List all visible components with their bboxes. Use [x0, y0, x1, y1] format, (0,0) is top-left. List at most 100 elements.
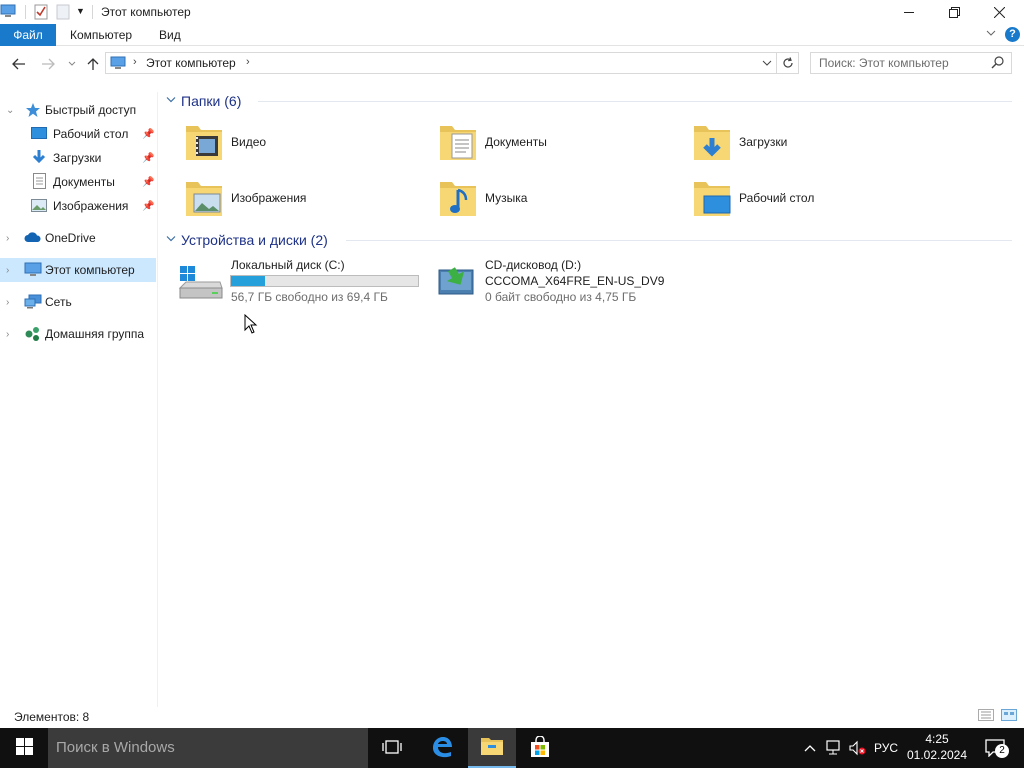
tab-view[interactable]: Вид	[145, 24, 195, 46]
folder-tile-desktop[interactable]: Рабочий стол	[668, 172, 908, 224]
expand-chevron-icon[interactable]: ›	[6, 297, 16, 308]
start-button[interactable]	[0, 728, 48, 768]
edge-taskbar-button[interactable]	[418, 728, 466, 768]
sidebar-item-quick-access[interactable]: ⌄ Быстрый доступ	[0, 98, 156, 122]
ribbon-tabs: Файл Компьютер Вид ?	[0, 24, 1024, 46]
sidebar-item-this-pc[interactable]: › Этот компьютер	[0, 258, 156, 282]
store-taskbar-button[interactable]	[516, 728, 564, 768]
collapse-chevron-icon[interactable]	[166, 235, 176, 246]
folder-tile-documents[interactable]: Документы	[414, 116, 654, 168]
restore-button[interactable]	[931, 0, 977, 24]
action-center-button[interactable]: 2	[976, 728, 1016, 768]
up-button[interactable]	[83, 54, 103, 74]
separator	[25, 5, 26, 19]
expand-chevron-icon[interactable]: ›	[6, 265, 16, 276]
pictures-icon	[31, 199, 49, 215]
computer-icon	[24, 262, 42, 278]
minimize-button[interactable]	[886, 0, 932, 24]
folder-tile-downloads[interactable]: Загрузки	[668, 116, 908, 168]
taskbar-search[interactable]: Поиск в Windows	[48, 728, 368, 768]
forward-button[interactable]	[38, 54, 58, 74]
content-pane: Папки (6) Видео Документы Загрузки Изобр…	[160, 86, 1024, 706]
sidebar-item-documents[interactable]: Документы 📌	[0, 170, 156, 194]
new-folder-icon[interactable]	[56, 4, 70, 23]
details-view-icon[interactable]	[978, 709, 996, 725]
file-explorer-taskbar-button[interactable]	[468, 728, 516, 768]
help-icon[interactable]: ?	[1005, 27, 1020, 42]
music-folder-icon	[436, 178, 480, 218]
mouse-pointer-icon	[244, 313, 258, 337]
documents-icon	[33, 173, 51, 189]
search-icon[interactable]	[991, 56, 1004, 72]
task-view-icon	[382, 739, 402, 758]
status-bar: Элементов: 8	[0, 707, 1024, 728]
breadcrumb[interactable]: Этот компьютер	[146, 56, 236, 70]
navigation-bar: › Этот компьютер ›	[0, 46, 1024, 80]
back-button[interactable]	[9, 54, 29, 74]
separator	[92, 5, 93, 19]
desktop-folder-icon	[690, 178, 734, 218]
collapse-chevron-icon[interactable]: ⌄	[6, 105, 16, 116]
close-button[interactable]	[976, 0, 1022, 24]
network-tray-icon[interactable]	[822, 728, 844, 768]
documents-folder-icon	[436, 122, 480, 162]
folder-tile-pictures[interactable]: Изображения	[160, 172, 400, 224]
pin-icon[interactable]: 📌	[142, 177, 154, 188]
group-header-folders[interactable]: Папки (6)	[160, 91, 1020, 111]
collapse-chevron-icon[interactable]	[166, 96, 176, 107]
sidebar-item-onedrive[interactable]: › OneDrive	[0, 226, 156, 250]
cd-drive-icon	[438, 264, 476, 301]
expand-chevron-icon[interactable]: ›	[6, 329, 16, 340]
disk-usage-fill	[231, 276, 265, 286]
volume-muted-icon[interactable]	[846, 728, 868, 768]
local-disk-icon	[178, 266, 224, 305]
search-input[interactable]	[819, 56, 989, 70]
expand-chevron-icon[interactable]: ›	[6, 233, 16, 244]
item-count: Элементов: 8	[14, 710, 90, 724]
windows-logo-icon	[15, 738, 33, 758]
properties-icon[interactable]	[34, 4, 48, 23]
tab-file[interactable]: Файл	[0, 24, 56, 46]
task-view-button[interactable]	[368, 728, 416, 768]
cloud-icon	[24, 232, 42, 248]
show-hidden-icons-button[interactable]	[800, 728, 820, 768]
window-title: Этот компьютер	[101, 5, 191, 19]
sidebar-item-downloads[interactable]: Загрузки 📌	[0, 146, 156, 170]
breadcrumb-separator-icon[interactable]: ›	[246, 56, 250, 68]
computer-icon[interactable]	[0, 4, 16, 21]
clock-date: 01.02.2024	[906, 748, 968, 762]
sidebar-item-desktop[interactable]: Рабочий стол 📌	[0, 122, 156, 146]
disk-usage-bar	[230, 275, 419, 287]
notifications-icon: 2	[985, 738, 1009, 758]
pin-icon[interactable]: 📌	[142, 129, 154, 140]
homegroup-icon	[24, 326, 42, 342]
address-bar[interactable]: › Этот компьютер ›	[105, 52, 777, 74]
address-dropdown-icon[interactable]	[762, 57, 772, 71]
drive-tile-c[interactable]: Локальный диск (C:) 56,7 ГБ свободно из …	[160, 256, 420, 312]
folder-tile-videos[interactable]: Видео	[160, 116, 400, 168]
desktop-icon	[31, 127, 49, 143]
sidebar-item-homegroup[interactable]: › Домашняя группа	[0, 322, 156, 346]
drive-tile-d[interactable]: CD-дисковод (D:) CCCOMA_X64FRE_EN-US_DV9…	[434, 256, 694, 312]
pin-icon[interactable]: 📌	[142, 201, 154, 212]
large-icons-view-icon[interactable]	[1001, 709, 1019, 725]
clock[interactable]: 4:25 01.02.2024	[900, 731, 974, 763]
file-explorer-icon	[480, 736, 504, 759]
title-bar: ▼ Этот компьютер	[0, 0, 1024, 24]
sidebar-item-network[interactable]: › Сеть	[0, 290, 156, 314]
group-header-drives[interactable]: Устройства и диски (2)	[160, 230, 1020, 250]
clock-time: 4:25	[925, 732, 949, 746]
search-box[interactable]	[810, 52, 1012, 74]
tab-computer[interactable]: Компьютер	[56, 24, 146, 46]
recent-locations-icon[interactable]	[62, 54, 82, 74]
customize-qat-icon[interactable]: ▼	[76, 6, 85, 16]
folder-tile-music[interactable]: Музыка	[414, 172, 654, 224]
taskbar: Поиск в Windows РУС 4:25 01.02.2024 2	[0, 728, 1024, 768]
expand-ribbon-icon[interactable]	[985, 27, 997, 42]
breadcrumb-separator-icon[interactable]: ›	[133, 56, 137, 68]
refresh-button[interactable]	[777, 52, 799, 74]
pin-icon[interactable]: 📌	[142, 153, 154, 164]
language-indicator[interactable]: РУС	[870, 728, 902, 768]
downloads-folder-icon	[690, 122, 734, 162]
sidebar-item-pictures[interactable]: Изображения 📌	[0, 194, 156, 218]
